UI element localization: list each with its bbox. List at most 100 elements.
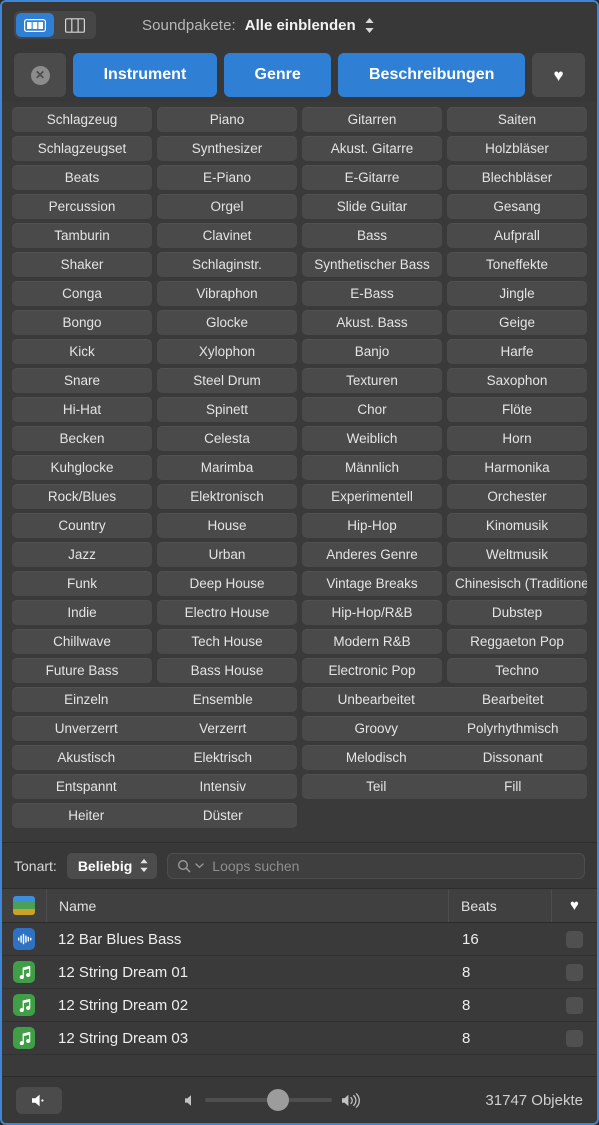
keyword-button[interactable]: Slide Guitar [302, 194, 442, 219]
favorite-checkbox[interactable] [566, 1029, 583, 1047]
keyword-button[interactable]: Steel Drum [157, 368, 297, 393]
tab-descriptors[interactable]: Beschreibungen [338, 53, 525, 97]
keyword-button[interactable]: Vintage Breaks [302, 571, 442, 596]
columns-outline-view-button[interactable] [56, 13, 94, 37]
keyword-button[interactable]: Synthetischer Bass [302, 252, 442, 277]
favorite-checkbox[interactable] [566, 996, 583, 1014]
view-mode-toggle-group[interactable] [14, 11, 96, 39]
keyword-button[interactable]: Marimba [157, 455, 297, 480]
keyword-button[interactable]: Texturen [302, 368, 442, 393]
keyword-button[interactable]: Synthesizer [157, 136, 297, 161]
keyword-label[interactable]: Düster [155, 808, 292, 823]
keyword-button[interactable]: Weiblich [302, 426, 442, 451]
keyword-button[interactable]: Chillwave [12, 629, 152, 654]
column-header-type[interactable] [2, 889, 47, 922]
keyword-label[interactable]: Ensemble [155, 692, 292, 707]
keyword-pair-button[interactable]: Einzeln Ensemble [12, 687, 297, 712]
keyword-button[interactable]: Akust. Gitarre [302, 136, 442, 161]
keyword-button[interactable]: Bongo [12, 310, 152, 335]
keyword-button[interactable]: Clavinet [157, 223, 297, 248]
volume-slider[interactable] [204, 1089, 332, 1111]
row-favorite-cell[interactable] [552, 996, 597, 1014]
key-popup-button[interactable]: Beliebig [66, 852, 158, 879]
keyword-label[interactable]: Elektrisch [155, 750, 292, 765]
keyword-button[interactable]: Becken [12, 426, 152, 451]
keyword-label[interactable]: Dissonant [445, 750, 582, 765]
keyword-label[interactable]: Entspannt [18, 779, 155, 794]
keyword-button[interactable]: Glocke [157, 310, 297, 335]
keyword-button[interactable]: Toneffekte [447, 252, 587, 277]
keyword-button[interactable]: Blechbläser [447, 165, 587, 190]
keyword-button[interactable]: Harfe [447, 339, 587, 364]
keyword-button[interactable]: Vibraphon [157, 281, 297, 306]
keyword-label[interactable]: Melodisch [308, 750, 445, 765]
keyword-pair-button[interactable]: Heiter Düster [12, 803, 297, 828]
keyword-pair-button[interactable]: Entspannt Intensiv [12, 774, 297, 799]
keyword-button[interactable]: Holzbläser [447, 136, 587, 161]
keyword-button[interactable]: Country [12, 513, 152, 538]
keyword-button[interactable]: Experimentell [302, 484, 442, 509]
keyword-button[interactable]: Electronic Pop [302, 658, 442, 683]
keyword-label[interactable]: Groovy [308, 721, 445, 736]
keyword-button[interactable]: Celesta [157, 426, 297, 451]
clear-filters-button[interactable]: ✕ [14, 53, 66, 97]
keyword-label[interactable]: Polyrhythmisch [445, 721, 582, 736]
keyword-button[interactable]: Chor [302, 397, 442, 422]
keyword-button[interactable]: Aufprall [447, 223, 587, 248]
keyword-label[interactable]: Unbearbeitet [308, 692, 445, 707]
keyword-button[interactable]: Spinett [157, 397, 297, 422]
table-row[interactable]: 12 Bar Blues Bass 16 [2, 923, 597, 956]
keyword-button[interactable]: Männlich [302, 455, 442, 480]
keyword-button[interactable]: Flöte [447, 397, 587, 422]
keyword-button[interactable]: Orchester [447, 484, 587, 509]
keyword-button[interactable]: Indie [12, 600, 152, 625]
keyword-button[interactable]: E-Gitarre [302, 165, 442, 190]
keyword-button[interactable]: Horn [447, 426, 587, 451]
keyword-button[interactable]: Tech House [157, 629, 297, 654]
row-favorite-cell[interactable] [552, 930, 597, 948]
keyword-pair-button[interactable]: Unbearbeitet Bearbeitet [302, 687, 587, 712]
volume-slider-knob[interactable] [267, 1089, 290, 1111]
keyword-button[interactable]: Anderes Genre [302, 542, 442, 567]
keyword-button[interactable]: Beats [12, 165, 152, 190]
search-input[interactable]: Loops suchen [167, 852, 585, 879]
keyword-button[interactable]: Hi-Hat [12, 397, 152, 422]
keyword-button[interactable]: Deep House [157, 571, 297, 596]
keyword-button[interactable]: Kinomusik [447, 513, 587, 538]
keyword-label[interactable]: Intensiv [155, 779, 292, 794]
keyword-button[interactable]: Banjo [302, 339, 442, 364]
keyword-button[interactable]: Kuhglocke [12, 455, 152, 480]
keyword-button[interactable]: Bass House [157, 658, 297, 683]
keyword-button[interactable]: Electro House [157, 600, 297, 625]
keyword-pair-button[interactable]: Akustisch Elektrisch [12, 745, 297, 770]
keyword-button[interactable]: Geige [447, 310, 587, 335]
keyword-label[interactable]: Verzerrt [155, 721, 292, 736]
keyword-button[interactable]: Bass [302, 223, 442, 248]
keyword-button[interactable]: Saiten [447, 107, 587, 132]
keyword-button[interactable]: Reggaeton Pop [447, 629, 587, 654]
keyword-button[interactable]: Future Bass [12, 658, 152, 683]
row-favorite-cell[interactable] [552, 1029, 597, 1047]
keyword-label[interactable]: Unverzerrt [18, 721, 155, 736]
keyword-button[interactable]: Hip-Hop [302, 513, 442, 538]
keyword-pair-button[interactable]: Melodisch Dissonant [302, 745, 587, 770]
tab-genre[interactable]: Genre [223, 53, 332, 97]
column-header-name[interactable]: Name [47, 889, 449, 922]
keyword-label[interactable]: Bearbeitet [445, 692, 582, 707]
volume-control[interactable] [62, 1089, 485, 1111]
keyword-button[interactable]: E-Piano [157, 165, 297, 190]
keyword-button[interactable]: Percussion [12, 194, 152, 219]
keyword-label[interactable]: Einzeln [18, 692, 155, 707]
keyword-button[interactable]: Elektronisch [157, 484, 297, 509]
column-header-favorite[interactable]: ♥ [552, 889, 597, 922]
keyword-button[interactable]: Snare [12, 368, 152, 393]
keyword-button[interactable]: Piano [157, 107, 297, 132]
keyword-button[interactable]: Saxophon [447, 368, 587, 393]
keyword-button[interactable]: Conga [12, 281, 152, 306]
soundpacks-popup-button[interactable]: Alle einblenden [245, 17, 375, 34]
keyword-button[interactable]: Schlaginstr. [157, 252, 297, 277]
keyword-button[interactable]: Kick [12, 339, 152, 364]
favorite-checkbox[interactable] [566, 963, 583, 981]
table-row[interactable]: 12 String Dream 01 8 [2, 956, 597, 989]
keyword-button[interactable]: Weltmusik [447, 542, 587, 567]
